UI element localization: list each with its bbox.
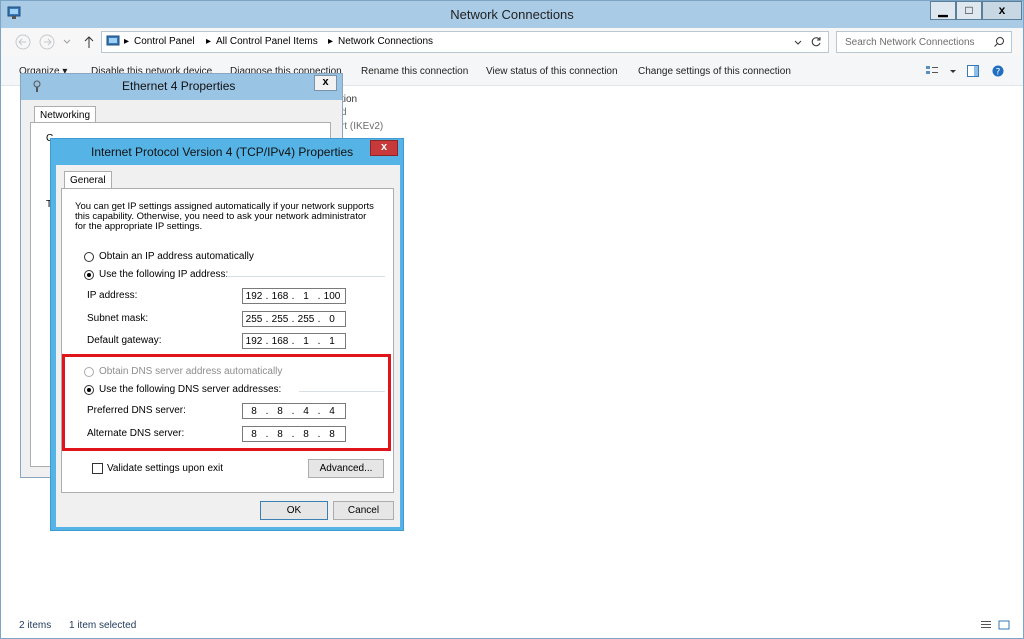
search-icon[interactable] <box>993 36 1005 48</box>
change-settings-button[interactable]: Change settings of this connection <box>638 66 791 77</box>
ethernet-dialog-close-button[interactable]: x <box>314 75 337 91</box>
recent-locations-chevron-icon[interactable] <box>63 38 71 46</box>
rename-connection-button[interactable]: Rename this connection <box>361 66 468 77</box>
address-dropdown-icon[interactable] <box>794 39 802 47</box>
help-icon[interactable]: ? <box>992 65 1004 77</box>
subnet-mask-field[interactable]: 255. 255. 255. 0 <box>242 311 346 327</box>
tab-general[interactable]: General <box>64 171 112 189</box>
breadcrumb-control-panel[interactable]: Control Panel <box>134 36 195 47</box>
maximize-button[interactable]: □ <box>956 1 982 20</box>
title-bar[interactable]: Network Connections ▁ □ x <box>1 1 1023 28</box>
default-gateway-label: Default gateway: <box>87 335 162 346</box>
refresh-icon[interactable] <box>810 36 822 48</box>
advanced-button[interactable]: Advanced... <box>308 459 384 478</box>
network-connections-window: Network Connections ▁ □ x ▸ Control Pane… <box>0 0 1024 639</box>
ip-address-field[interactable]: 192. 168. 1. 100 <box>242 288 346 304</box>
change-view-icon[interactable] <box>925 65 939 77</box>
default-gateway-field[interactable]: 192. 168. 1. 1 <box>242 333 346 349</box>
address-input[interactable]: ▸ Control Panel ▸ All Control Panel Item… <box>101 31 829 53</box>
view-options-chevron-icon[interactable] <box>949 69 957 75</box>
breadcrumb-network-connections[interactable]: Network Connections <box>338 36 433 47</box>
ipv4-dialog-titlebar[interactable]: Internet Protocol Version 4 (TCP/IPv4) P… <box>51 139 403 165</box>
back-arrow-icon[interactable] <box>15 34 31 50</box>
large-icons-view-icon[interactable] <box>998 619 1010 631</box>
ip-group-divider <box>227 276 385 277</box>
ok-button[interactable]: OK <box>260 501 328 520</box>
selection-count: 1 item selected <box>69 620 137 631</box>
breadcrumb-sep-icon: ▸ <box>206 36 212 47</box>
network-adapter-icon <box>33 80 41 92</box>
ethernet-dialog-titlebar[interactable]: Ethernet 4 Properties x <box>21 74 342 100</box>
cancel-button[interactable]: Cancel <box>333 501 394 520</box>
preview-pane-icon[interactable] <box>967 65 979 77</box>
obtain-ip-auto-radio[interactable] <box>84 252 94 262</box>
close-button[interactable]: x <box>982 1 1022 20</box>
validate-settings-label[interactable]: Validate settings upon exit <box>107 463 223 474</box>
ip-address-label: IP address: <box>87 290 138 301</box>
breadcrumb-sep-icon: ▸ <box>124 36 130 47</box>
forward-arrow-icon[interactable] <box>39 34 55 50</box>
ipv4-properties-dialog: Internet Protocol Version 4 (TCP/IPv4) P… <box>50 138 404 531</box>
connection-type-fragment: rt (IKEv2) <box>341 121 384 132</box>
view-status-button[interactable]: View status of this connection <box>486 66 618 77</box>
control-panel-icon <box>106 35 120 46</box>
search-input[interactable]: Search Network Connections <box>836 31 1012 53</box>
minimize-button[interactable]: ▁ <box>930 1 956 20</box>
connection-details-fragment: tion <box>341 94 358 105</box>
ip-settings-description: You can get IP settings assigned automat… <box>75 201 374 232</box>
status-bar: 2 items 1 item selected <box>1 615 1023 638</box>
ipv4-dialog-title: Internet Protocol Version 4 (TCP/IPv4) P… <box>91 145 354 159</box>
obtain-ip-auto-label[interactable]: Obtain an IP address automatically <box>99 251 254 262</box>
validate-settings-checkbox[interactable] <box>92 463 103 474</box>
ethernet-dialog-title: Ethernet 4 Properties <box>122 79 236 93</box>
use-following-ip-radio[interactable] <box>84 270 94 280</box>
subnet-mask-label: Subnet mask: <box>87 313 149 324</box>
svg-text:?: ? <box>996 68 1001 78</box>
dns-highlight-box <box>62 354 391 451</box>
address-bar-row: ▸ Control Panel ▸ All Control Panel Item… <box>1 28 1023 57</box>
use-following-ip-label[interactable]: Use the following IP address: <box>99 269 228 280</box>
breadcrumb-sep-icon: ▸ <box>328 36 334 47</box>
details-view-icon[interactable] <box>980 619 992 631</box>
ipv4-dialog-client: General You can get IP settings assigned… <box>56 165 400 527</box>
item-count: 2 items <box>19 620 52 631</box>
ipv4-dialog-close-button[interactable]: x <box>370 140 398 156</box>
breadcrumb-all-items[interactable]: All Control Panel Items <box>216 36 318 47</box>
up-arrow-icon[interactable] <box>83 35 95 49</box>
search-placeholder: Search Network Connections <box>845 37 975 48</box>
window-title: Network Connections <box>450 7 574 22</box>
